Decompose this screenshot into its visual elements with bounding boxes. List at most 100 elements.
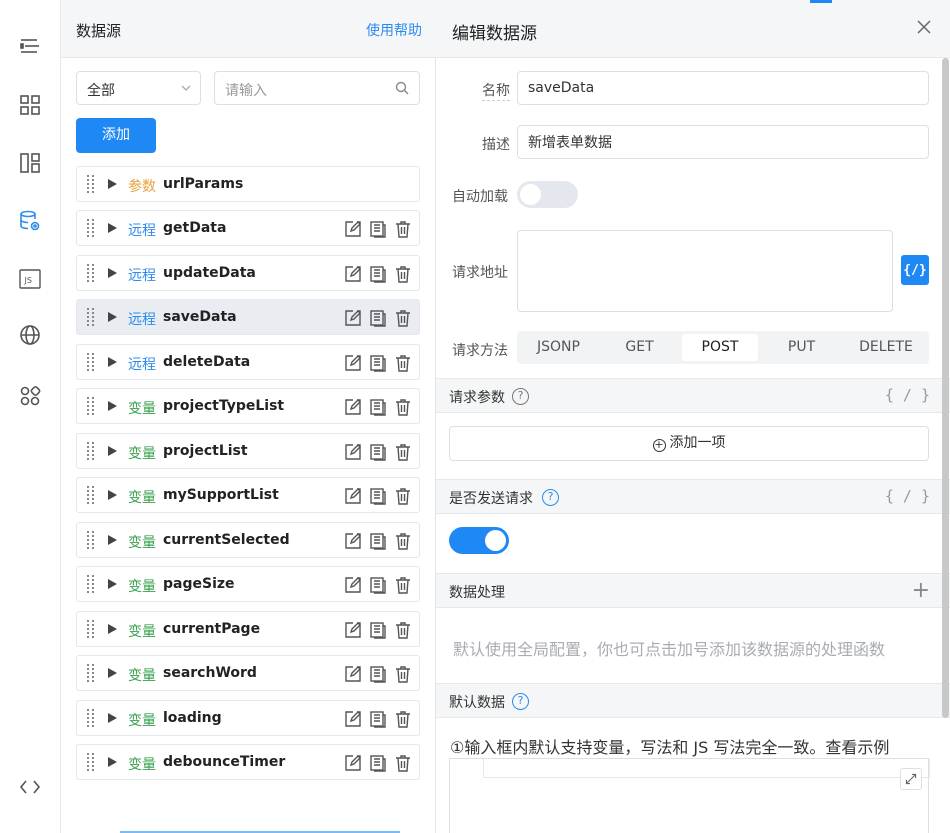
edit-icon[interactable] <box>344 576 362 594</box>
delete-icon[interactable] <box>394 621 412 639</box>
expand-caret-icon[interactable] <box>108 535 117 545</box>
drag-handle-icon[interactable] <box>87 308 95 327</box>
delete-icon[interactable] <box>394 576 412 594</box>
copy-icon[interactable] <box>369 710 387 728</box>
copy-icon[interactable] <box>369 309 387 327</box>
copy-icon[interactable] <box>369 576 387 594</box>
expand-caret-icon[interactable] <box>108 223 117 233</box>
delete-icon[interactable] <box>394 665 412 683</box>
delete-icon[interactable] <box>394 487 412 505</box>
drag-handle-icon[interactable] <box>87 175 95 194</box>
delete-icon[interactable] <box>394 398 412 416</box>
send-code-toggle[interactable]: { / } <box>885 487 930 505</box>
drag-handle-icon[interactable] <box>87 664 95 683</box>
expand-caret-icon[interactable] <box>108 713 117 723</box>
edit-icon[interactable] <box>344 265 362 283</box>
copy-icon[interactable] <box>369 265 387 283</box>
edit-icon[interactable] <box>344 754 362 772</box>
help-icon[interactable]: ? <box>542 489 559 506</box>
drag-handle-icon[interactable] <box>87 264 95 283</box>
delete-icon[interactable] <box>394 265 412 283</box>
expand-caret-icon[interactable] <box>108 668 117 678</box>
edit-icon[interactable] <box>344 487 362 505</box>
drag-handle-icon[interactable] <box>87 219 95 238</box>
drag-handle-icon[interactable] <box>87 486 95 505</box>
copy-icon[interactable] <box>369 665 387 683</box>
edit-icon[interactable] <box>344 532 362 550</box>
method-option[interactable]: POST <box>682 334 758 361</box>
datasource-item[interactable]: 变量 loading <box>76 700 420 736</box>
drag-handle-icon[interactable] <box>87 575 95 594</box>
datasource-item[interactable]: 远程 saveData <box>76 299 420 335</box>
name-field[interactable]: saveData <box>517 71 929 105</box>
method-option[interactable]: PUT <box>763 334 840 361</box>
copy-icon[interactable] <box>369 754 387 772</box>
expand-caret-icon[interactable] <box>108 490 117 500</box>
edit-icon[interactable] <box>344 220 362 238</box>
expand-caret-icon[interactable] <box>108 757 117 767</box>
datasource-item[interactable]: 参数 urlParams <box>76 166 420 202</box>
components-icon[interactable] <box>17 92 43 118</box>
drag-handle-icon[interactable] <box>87 620 95 639</box>
expand-caret-icon[interactable] <box>108 179 117 189</box>
expand-caret-icon[interactable] <box>108 312 117 322</box>
drag-handle-icon[interactable] <box>87 753 95 772</box>
method-option[interactable]: DELETE <box>846 334 926 361</box>
url-textarea[interactable] <box>517 230 893 312</box>
datasource-item[interactable]: 远程 getData <box>76 210 420 246</box>
edit-icon[interactable] <box>344 665 362 683</box>
copy-icon[interactable] <box>369 398 387 416</box>
datasource-item[interactable]: 变量 pageSize <box>76 566 420 602</box>
expand-caret-icon[interactable] <box>108 357 117 367</box>
edit-icon[interactable] <box>344 309 362 327</box>
expand-caret-icon[interactable] <box>108 624 117 634</box>
delete-icon[interactable] <box>394 443 412 461</box>
delete-icon[interactable] <box>394 754 412 772</box>
expand-caret-icon[interactable] <box>108 446 117 456</box>
expand-caret-icon[interactable] <box>108 579 117 589</box>
params-code-toggle[interactable]: { / } <box>885 386 930 404</box>
method-option[interactable]: JSONP <box>520 334 597 361</box>
globe-icon[interactable] <box>17 322 43 348</box>
autoload-toggle[interactable] <box>517 181 578 208</box>
delete-icon[interactable] <box>394 532 412 550</box>
add-datasource-button[interactable]: 添加 <box>76 118 156 153</box>
close-icon[interactable] <box>916 19 932 35</box>
add-handler-icon[interactable]: + <box>912 578 930 603</box>
delete-icon[interactable] <box>394 309 412 327</box>
outline-icon[interactable] <box>17 34 43 60</box>
drag-handle-icon[interactable] <box>87 531 95 550</box>
expand-caret-icon[interactable] <box>108 401 117 411</box>
datasource-item[interactable]: 变量 currentSelected <box>76 522 420 558</box>
copy-icon[interactable] <box>369 354 387 372</box>
help-icon[interactable]: ? <box>512 388 529 405</box>
copy-icon[interactable] <box>369 443 387 461</box>
add-param-button[interactable]: + 添加一项 <box>449 426 929 461</box>
datasource-item[interactable]: 变量 projectList <box>76 433 420 469</box>
datasource-item[interactable]: 变量 searchWord <box>76 655 420 691</box>
copy-icon[interactable] <box>369 621 387 639</box>
edit-icon[interactable] <box>344 621 362 639</box>
apps-icon[interactable] <box>17 383 43 409</box>
datasource-icon[interactable] <box>17 208 43 234</box>
help-icon[interactable]: ? <box>512 693 529 710</box>
js-icon[interactable]: JS <box>17 266 43 292</box>
url-code-mode-button[interactable]: {/} <box>901 255 929 285</box>
type-filter-select[interactable]: 全部 <box>76 71 201 105</box>
drag-handle-icon[interactable] <box>87 397 95 416</box>
datasource-item[interactable]: 变量 debounceTimer <box>76 744 420 780</box>
delete-icon[interactable] <box>394 354 412 372</box>
datasource-item[interactable]: 远程 updateData <box>76 255 420 291</box>
description-field[interactable]: 新增表单数据 <box>517 125 929 159</box>
delete-icon[interactable] <box>394 710 412 728</box>
datasource-item[interactable]: 变量 projectTypeList <box>76 388 420 424</box>
drag-handle-icon[interactable] <box>87 442 95 461</box>
search-input[interactable]: 请输入 <box>214 71 420 105</box>
layout-icon[interactable] <box>17 150 43 176</box>
default-data-editor[interactable] <box>449 758 930 833</box>
send-request-toggle[interactable] <box>449 527 509 554</box>
datasource-item[interactable]: 变量 currentPage <box>76 611 420 647</box>
help-link[interactable]: 使用帮助 <box>366 20 422 40</box>
copy-icon[interactable] <box>369 532 387 550</box>
edit-icon[interactable] <box>344 443 362 461</box>
